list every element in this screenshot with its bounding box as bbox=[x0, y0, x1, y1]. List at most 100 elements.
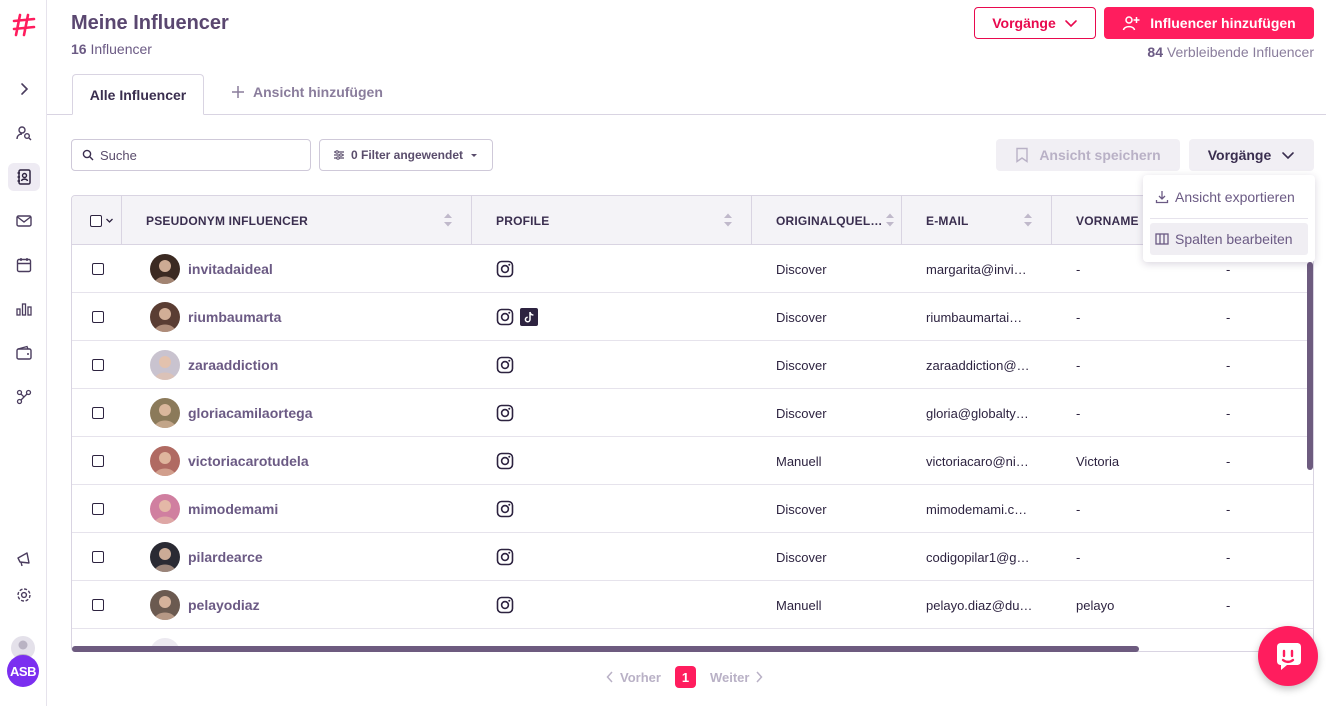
extra-cell: - bbox=[1226, 405, 1231, 421]
chevron-down-icon bbox=[1064, 20, 1077, 28]
firstname-cell: - bbox=[1076, 309, 1081, 325]
firstname-cell: - bbox=[1076, 501, 1081, 517]
row-checkbox[interactable] bbox=[92, 503, 104, 515]
actions-toolbar-label: Vorgänge bbox=[1207, 147, 1272, 163]
chevron-left-icon bbox=[606, 671, 613, 683]
table-row[interactable]: riumbaumarta Discover riumbaumartai… - - bbox=[72, 293, 1313, 341]
row-checkbox[interactable] bbox=[92, 455, 104, 467]
influencer-name[interactable]: zaraaddiction bbox=[188, 357, 278, 373]
save-view-label: Ansicht speichern bbox=[1039, 147, 1161, 163]
table-row[interactable]: zaraaddiction Discover zaraaddiction@… - - bbox=[72, 341, 1313, 389]
filter-button[interactable]: 0 Filter angewendet bbox=[319, 139, 493, 171]
settings-gear-icon[interactable] bbox=[8, 581, 40, 609]
influencer-name[interactable]: pelayodiaz bbox=[188, 597, 260, 613]
calendar-icon[interactable] bbox=[8, 251, 40, 279]
menu-item-edit-columns[interactable]: Spalten bearbeiten bbox=[1150, 223, 1308, 255]
column-header-pseudonym[interactable]: PSEUDONYM INFLUENCER bbox=[122, 196, 472, 245]
table-row[interactable]: mimodemami Discover mimodemami.c… - - bbox=[72, 485, 1313, 533]
influencer-avatar[interactable] bbox=[150, 350, 180, 380]
add-influencer-button[interactable]: Influencer hinzufügen bbox=[1104, 7, 1314, 39]
vertical-scrollbar[interactable] bbox=[1307, 262, 1313, 470]
instagram-icon[interactable] bbox=[496, 308, 514, 326]
chat-icon bbox=[1277, 643, 1301, 670]
menu-item-export-label: Ansicht exportieren bbox=[1175, 189, 1295, 205]
pagination-current-page[interactable]: 1 bbox=[674, 666, 696, 688]
save-view-button[interactable]: Ansicht speichern bbox=[996, 139, 1180, 171]
influencer-avatar[interactable] bbox=[150, 590, 180, 620]
row-checkbox[interactable] bbox=[92, 359, 104, 371]
hashtag-logo-icon[interactable] bbox=[11, 12, 37, 38]
wallet-icon[interactable] bbox=[8, 339, 40, 367]
instagram-icon[interactable] bbox=[496, 404, 514, 422]
select-all-checkbox[interactable] bbox=[90, 214, 102, 227]
instagram-icon[interactable] bbox=[496, 500, 514, 518]
table-row[interactable]: invitadaideal Discover margarita@invi… - - bbox=[72, 245, 1313, 293]
instagram-icon[interactable] bbox=[496, 356, 514, 374]
extra-cell: - bbox=[1226, 501, 1231, 517]
source-cell: Discover bbox=[776, 501, 827, 517]
influencer-table: PSEUDONYM INFLUENCER PROFILE ORIGINALQUE… bbox=[71, 195, 1314, 652]
support-chat-button[interactable] bbox=[1258, 626, 1318, 686]
select-all-header[interactable] bbox=[72, 196, 122, 245]
search-input[interactable] bbox=[100, 147, 300, 163]
influencer-avatar[interactable] bbox=[150, 494, 180, 524]
bar-chart-icon[interactable] bbox=[8, 295, 40, 323]
actions-header-button[interactable]: Vorgänge bbox=[974, 7, 1096, 39]
pagination-prev[interactable]: Vorher bbox=[606, 670, 661, 685]
column-header-email[interactable]: E-MAIL bbox=[902, 196, 1052, 245]
table-row[interactable]: gloriacamilaortega Discover gloria@globalt… bbox=[72, 389, 1313, 437]
download-icon bbox=[1155, 191, 1169, 204]
table-row[interactable]: victoriacarotudela Manuell victoriacaro@ni… bbox=[72, 437, 1313, 485]
mail-icon[interactable] bbox=[8, 207, 40, 235]
influencer-name[interactable]: pilardearce bbox=[188, 549, 263, 565]
influencer-name[interactable]: gloriacamilaortega bbox=[188, 405, 313, 421]
pagination-next[interactable]: Weiter bbox=[710, 670, 764, 685]
firstname-cell: pelayo bbox=[1076, 597, 1115, 613]
filter-label: 0 Filter angewendet bbox=[350, 148, 464, 162]
tiktok-icon[interactable] bbox=[520, 308, 538, 326]
influencer-avatar[interactable] bbox=[150, 398, 180, 428]
instagram-icon[interactable] bbox=[496, 452, 514, 470]
row-checkbox[interactable] bbox=[92, 311, 104, 323]
source-cell: Discover bbox=[776, 549, 827, 565]
row-checkbox[interactable] bbox=[92, 407, 104, 419]
table-row[interactable]: pelayodiaz Manuell pelayo.diaz@du… pelayo - bbox=[72, 581, 1313, 629]
column-header-source[interactable]: ORIGINALQUEL… bbox=[752, 196, 902, 245]
sort-icon[interactable] bbox=[885, 212, 895, 228]
user-avatar[interactable]: ASB bbox=[7, 655, 39, 687]
tab-all-influencers[interactable]: Alle Influencer bbox=[72, 74, 204, 115]
influencer-avatar[interactable] bbox=[150, 254, 180, 284]
influencer-avatar[interactable] bbox=[150, 542, 180, 572]
sort-icon[interactable] bbox=[443, 212, 453, 228]
influencer-name[interactable]: invitadaideal bbox=[188, 261, 273, 277]
menu-item-export-view[interactable]: Ansicht exportieren bbox=[1150, 181, 1308, 213]
extra-cell: - bbox=[1226, 309, 1231, 325]
email-cell: zaraaddiction@… bbox=[926, 357, 1030, 373]
row-checkbox[interactable] bbox=[92, 263, 104, 275]
column-header-profile[interactable]: PROFILE bbox=[472, 196, 752, 245]
influencer-avatar[interactable] bbox=[150, 446, 180, 476]
search-user-icon[interactable] bbox=[8, 119, 40, 147]
horizontal-scrollbar[interactable] bbox=[72, 646, 1139, 652]
sort-icon[interactable] bbox=[723, 212, 733, 228]
table-row[interactable]: pilardearce Discover codigopilar1@g… - - bbox=[72, 533, 1313, 581]
actions-toolbar-button[interactable]: Vorgänge bbox=[1189, 139, 1314, 171]
megaphone-icon[interactable] bbox=[8, 545, 40, 573]
row-checkbox[interactable] bbox=[92, 599, 104, 611]
sort-icon[interactable] bbox=[1023, 212, 1033, 228]
influencer-name[interactable]: victoriacarotudela bbox=[188, 453, 309, 469]
instagram-icon[interactable] bbox=[496, 260, 514, 278]
row-checkbox[interactable] bbox=[92, 551, 104, 563]
influencer-name[interactable]: mimodemami bbox=[188, 501, 278, 517]
influencer-avatar[interactable] bbox=[150, 302, 180, 332]
network-icon[interactable] bbox=[8, 383, 40, 411]
expand-sidebar-icon[interactable] bbox=[8, 75, 40, 103]
contacts-book-icon[interactable] bbox=[8, 163, 40, 191]
instagram-icon[interactable] bbox=[496, 548, 514, 566]
chevron-right-icon bbox=[756, 671, 763, 683]
instagram-icon[interactable] bbox=[496, 596, 514, 614]
source-cell: Discover bbox=[776, 405, 827, 421]
search-box[interactable] bbox=[71, 139, 311, 171]
influencer-name[interactable]: riumbaumarta bbox=[188, 309, 281, 325]
add-view-tab[interactable]: Ansicht hinzufügen bbox=[231, 84, 383, 100]
